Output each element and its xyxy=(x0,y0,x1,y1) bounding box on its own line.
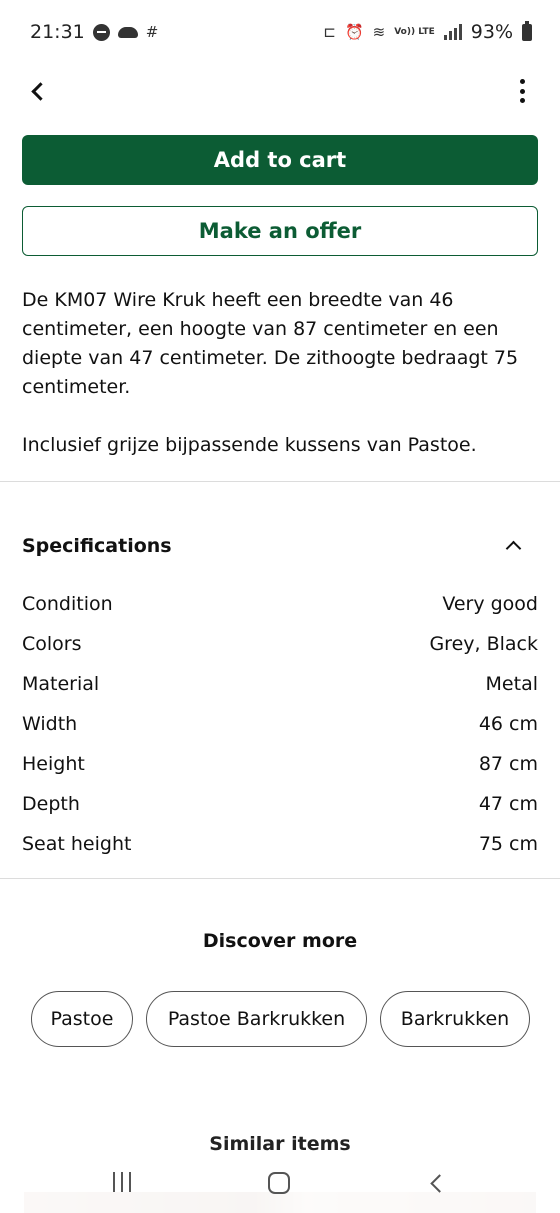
spec-value: 46 cm xyxy=(478,713,538,735)
alarm-icon: ⏰ xyxy=(344,22,364,41)
chip-pastoe-barkrukken[interactable]: Pastoe Barkrukken xyxy=(146,991,367,1047)
system-back-icon[interactable] xyxy=(428,1174,444,1190)
spec-row-colors: Colors Grey, Black xyxy=(22,624,538,664)
spec-label: Colors xyxy=(22,633,82,655)
discover-chips: Pastoe Pastoe Barkrukken Barkrukken xyxy=(31,991,530,1047)
divider xyxy=(0,878,560,879)
spec-label: Material xyxy=(22,673,100,695)
spec-row-seat-height: Seat height 75 cm xyxy=(22,824,538,864)
sleep-mode-icon: ⊏ xyxy=(323,22,336,41)
spec-value: Grey, Black xyxy=(429,633,538,655)
status-left: 21:31 # xyxy=(30,21,158,43)
battery-percent: 93% xyxy=(470,21,513,43)
add-to-cart-button[interactable]: Add to cart xyxy=(22,135,538,185)
volte-lte-icon: Vo)) LTE xyxy=(394,26,435,37)
status-time: 21:31 xyxy=(30,21,85,43)
product-description: De KM07 Wire Kruk heeft een breedte van … xyxy=(22,286,538,460)
cloud-icon xyxy=(117,26,138,38)
make-offer-button[interactable]: Make an offer xyxy=(22,206,538,256)
specifications-header[interactable]: Specifications xyxy=(22,530,538,562)
spec-value: Very good xyxy=(442,593,538,615)
signal-icon xyxy=(443,24,462,40)
top-app-bar xyxy=(0,64,560,116)
spec-label: Seat height xyxy=(22,833,132,855)
hashtag-activity-icon: # xyxy=(145,22,159,41)
discover-more-title: Discover more xyxy=(202,930,358,952)
spec-row-material: Material Metal xyxy=(22,664,538,704)
spec-value: 47 cm xyxy=(478,793,538,815)
wifi-icon: ≋ xyxy=(372,22,386,41)
recents-icon[interactable] xyxy=(110,1172,134,1192)
spec-row-condition: Condition Very good xyxy=(22,584,538,624)
description-main: De KM07 Wire Kruk heeft een breedte van … xyxy=(22,289,519,398)
spec-label: Condition xyxy=(22,593,113,615)
do-not-disturb-icon xyxy=(92,23,110,41)
chip-pastoe[interactable]: Pastoe xyxy=(31,991,133,1047)
back-icon[interactable] xyxy=(26,78,52,104)
specifications-list: Condition Very good Colors Grey, Black M… xyxy=(22,584,538,864)
status-bar: 21:31 # ⊏ ⏰ ≋ Vo)) LTE 93% xyxy=(0,0,560,64)
spec-value: Metal xyxy=(485,673,538,695)
specifications-title: Specifications xyxy=(22,535,172,557)
spec-label: Width xyxy=(22,713,78,735)
spec-value: 87 cm xyxy=(478,753,538,775)
spec-label: Height xyxy=(22,753,85,775)
status-right: ⊏ ⏰ ≋ Vo)) LTE 93% xyxy=(323,20,532,43)
spec-row-width: Width 46 cm xyxy=(22,704,538,744)
more-vertical-icon[interactable] xyxy=(512,76,532,106)
battery-icon xyxy=(522,20,532,41)
description-extra: Inclusief grijze bijpassende kussens van… xyxy=(22,434,477,456)
spec-value: 75 cm xyxy=(478,833,538,855)
spec-label: Depth xyxy=(22,793,80,815)
chevron-up-icon[interactable] xyxy=(500,533,526,559)
divider xyxy=(0,481,560,482)
home-icon[interactable] xyxy=(268,1172,290,1194)
spec-row-height: Height 87 cm xyxy=(22,744,538,784)
similar-items-title: Similar items xyxy=(209,1133,351,1155)
chip-barkrukken[interactable]: Barkrukken xyxy=(380,991,530,1047)
spec-row-depth: Depth 47 cm xyxy=(22,784,538,824)
